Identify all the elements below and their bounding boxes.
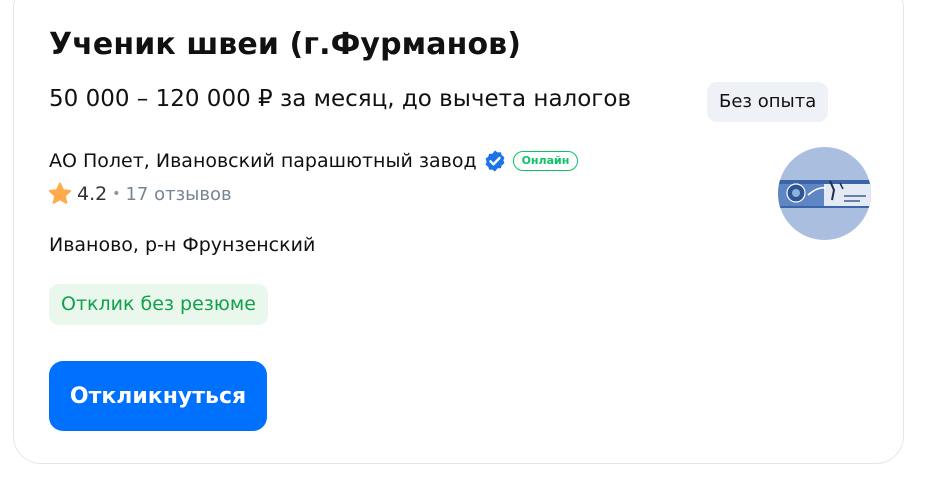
separator-dot: • xyxy=(112,186,121,202)
salary-text: 50 000 – 120 000 ₽ за месяц, до вычета н… xyxy=(49,86,632,112)
experience-badge: Без опыта xyxy=(707,82,829,122)
vacancy-title[interactable]: Ученик швеи (г.Фурманов) xyxy=(49,27,521,62)
online-badge: Онлайн xyxy=(512,151,579,171)
rating-row[interactable]: 4.2 • 17 отзывов xyxy=(47,181,232,207)
company-name-link[interactable]: АО Полет, Ивановский парашютный завод xyxy=(49,150,477,172)
company-row: АО Полет, Ивановский парашютный завод Он… xyxy=(49,149,579,173)
location-text: Иваново, р-н Фрунзенский xyxy=(49,234,316,256)
reviews-count[interactable]: 17 отзывов xyxy=(125,184,231,205)
verified-check-icon xyxy=(483,149,507,173)
respond-button[interactable]: Откликнуться xyxy=(49,361,267,431)
star-icon xyxy=(47,181,73,207)
no-resume-badge: Отклик без резюме xyxy=(49,284,268,325)
company-logo[interactable] xyxy=(778,147,871,240)
rating-value: 4.2 xyxy=(77,183,108,205)
